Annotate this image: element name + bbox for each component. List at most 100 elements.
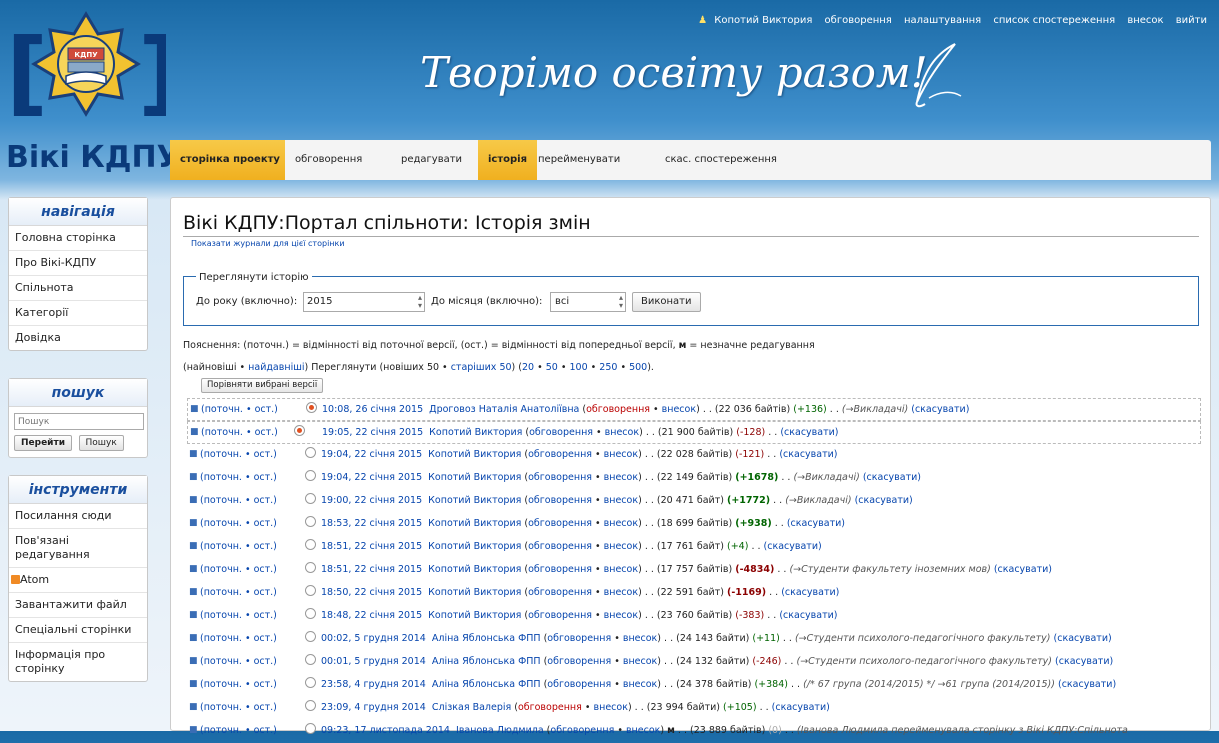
compare-versions-button[interactable]: Порівняти вибрані версії bbox=[201, 378, 324, 393]
user-talk-link[interactable]: обговорення bbox=[528, 518, 592, 529]
old-version-radio[interactable] bbox=[305, 631, 316, 642]
user-talk-link[interactable]: обговорення bbox=[529, 427, 593, 438]
revision-user-link[interactable]: Копотий Виктория bbox=[428, 495, 521, 506]
user-contribs-link[interactable]: внесок bbox=[604, 449, 638, 460]
user-contribs-link[interactable]: внесок bbox=[604, 518, 638, 529]
undo-link[interactable]: (скасувати) bbox=[787, 518, 845, 529]
revision-user-link[interactable]: Копотий Виктория bbox=[428, 518, 521, 529]
year-input[interactable]: 2015 ▴ ▾ bbox=[303, 292, 425, 312]
old-version-radio[interactable] bbox=[305, 677, 316, 688]
sidebar-item-help[interactable]: Довідка bbox=[9, 326, 147, 350]
revision-user-link[interactable]: Дроговоз Наталія Анатоліївна bbox=[429, 404, 579, 415]
watchlist-link[interactable]: список спостереження bbox=[993, 15, 1115, 26]
old-version-radio[interactable] bbox=[305, 723, 316, 734]
user-contribs-link[interactable]: внесок bbox=[604, 541, 638, 552]
user-talk-link[interactable]: обговорення bbox=[518, 702, 582, 713]
revision-user-link[interactable]: Копотий Виктория bbox=[428, 541, 521, 552]
user-talk-link[interactable]: обговорення bbox=[528, 472, 592, 483]
undo-link[interactable]: (скасувати) bbox=[779, 610, 837, 621]
old-version-radio[interactable] bbox=[305, 493, 316, 504]
revision-user-link[interactable]: Копотий Виктория bbox=[428, 587, 521, 598]
tab-unwatch[interactable]: скас. спостереження bbox=[655, 140, 787, 180]
user-talk-link[interactable]: обговорення bbox=[528, 564, 592, 575]
undo-link[interactable]: (скасувати) bbox=[1055, 656, 1113, 667]
cur-last-links[interactable]: (поточн. • ост.) bbox=[200, 541, 277, 552]
cur-last-links[interactable]: (поточн. • ост.) bbox=[200, 449, 277, 460]
user-link[interactable]: Копотий Виктория bbox=[714, 15, 812, 26]
user-contribs-link[interactable]: внесок bbox=[604, 472, 638, 483]
revision-user-link[interactable]: Копотий Виктория bbox=[428, 610, 521, 621]
user-contribs-link[interactable]: внесок bbox=[604, 564, 638, 575]
revision-date-link[interactable]: 18:51, 22 січня 2015 bbox=[321, 541, 422, 552]
user-talk-link[interactable]: обговорення bbox=[547, 656, 611, 667]
revision-user-link[interactable]: Копотий Виктория bbox=[428, 472, 521, 483]
limit-100-link[interactable]: 100 bbox=[569, 362, 587, 373]
sidebar-item-special-pages[interactable]: Спеціальні сторінки bbox=[9, 618, 147, 643]
sidebar-item-atom[interactable]: Atom bbox=[9, 568, 147, 593]
search-button[interactable]: Пошук bbox=[78, 435, 124, 451]
cur-last-links[interactable]: (поточн. • ост.) bbox=[200, 472, 277, 483]
preferences-link[interactable]: налаштування bbox=[904, 15, 981, 26]
old-version-radio[interactable] bbox=[305, 608, 316, 619]
sidebar-item-community[interactable]: Спільнота bbox=[9, 276, 147, 301]
sidebar-item-categories[interactable]: Категорії bbox=[9, 301, 147, 326]
tab-edit[interactable]: редагувати bbox=[391, 140, 472, 180]
revision-date-link[interactable]: 19:04, 22 січня 2015 bbox=[321, 472, 422, 483]
revision-date-link[interactable]: 19:05, 22 січня 2015 bbox=[322, 427, 423, 438]
revision-date-link[interactable]: 19:04, 22 січня 2015 bbox=[321, 449, 422, 460]
undo-link[interactable]: (скасувати) bbox=[855, 495, 913, 506]
cur-last-links[interactable]: (поточн. • ост.) bbox=[201, 427, 278, 438]
search-go-button[interactable]: Перейти bbox=[14, 435, 73, 451]
limit-50-link[interactable]: 50 bbox=[546, 362, 558, 373]
revision-user-link[interactable]: Аліна Яблонська ФПП bbox=[432, 633, 541, 644]
cur-last-links[interactable]: (поточн. • ост.) bbox=[200, 633, 277, 644]
revision-date-link[interactable]: 18:53, 22 січня 2015 bbox=[321, 518, 422, 529]
cur-last-links[interactable]: (поточн. • ост.) bbox=[200, 702, 277, 713]
cur-last-links[interactable]: (поточн. • ост.) bbox=[200, 587, 277, 598]
old-version-radio[interactable] bbox=[306, 402, 317, 413]
user-talk-link[interactable]: обговорення bbox=[547, 633, 611, 644]
view-logs-link[interactable]: Показати журнали для цієї сторінки bbox=[191, 239, 345, 248]
revision-date-link[interactable]: 18:48, 22 січня 2015 bbox=[321, 610, 422, 621]
cur-last-links[interactable]: (поточн. • ост.) bbox=[201, 404, 278, 415]
user-contribs-link[interactable]: внесок bbox=[662, 404, 696, 415]
tab-move[interactable]: перейменувати bbox=[528, 140, 630, 180]
revision-user-link[interactable]: Копотий Виктория bbox=[429, 427, 522, 438]
undo-link[interactable]: (скасувати) bbox=[863, 472, 921, 483]
old-version-radio[interactable] bbox=[305, 539, 316, 550]
undo-link[interactable]: (скасувати) bbox=[780, 427, 838, 438]
old-version-radio[interactable] bbox=[305, 447, 316, 458]
spinner-icon[interactable]: ▴ ▾ bbox=[418, 294, 422, 310]
search-input[interactable] bbox=[14, 413, 144, 430]
old-version-radio[interactable] bbox=[305, 470, 316, 481]
old-version-radio[interactable] bbox=[305, 562, 316, 573]
sidebar-item-related-changes[interactable]: Пов'язані редагування bbox=[9, 529, 147, 568]
user-talk-link[interactable]: обговорення bbox=[528, 541, 592, 552]
revision-user-link[interactable]: Аліна Яблонська ФПП bbox=[432, 656, 541, 667]
user-contribs-link[interactable]: внесок bbox=[623, 633, 657, 644]
undo-link[interactable]: (скасувати) bbox=[764, 541, 822, 552]
limit-500-link[interactable]: 500 bbox=[629, 362, 647, 373]
user-talk-link[interactable]: обговорення bbox=[528, 610, 592, 621]
user-contribs-link[interactable]: внесок bbox=[605, 427, 639, 438]
site-logo[interactable]: [ ] КДПУ bbox=[6, 6, 166, 136]
revision-date-link[interactable]: 18:51, 22 січня 2015 bbox=[321, 564, 422, 575]
undo-link[interactable]: (скасувати) bbox=[994, 564, 1052, 575]
sidebar-item-main-page[interactable]: Головна сторінка bbox=[9, 226, 147, 251]
revision-date-link[interactable]: 23:09, 4 грудня 2014 bbox=[321, 702, 426, 713]
old-version-radio[interactable] bbox=[305, 700, 316, 711]
revision-date-link[interactable]: 00:02, 5 грудня 2014 bbox=[321, 633, 426, 644]
tab-discussion[interactable]: обговорення bbox=[285, 140, 372, 180]
user-talk-link[interactable]: обговорення bbox=[528, 495, 592, 506]
user-talk-link[interactable]: обговорення bbox=[825, 15, 892, 26]
user-talk-link[interactable]: обговорення bbox=[547, 679, 611, 690]
user-talk-link[interactable]: обговорення bbox=[528, 449, 592, 460]
limit-20-link[interactable]: 20 bbox=[522, 362, 534, 373]
cur-last-links[interactable]: (поточн. • ост.) bbox=[200, 610, 277, 621]
cur-last-links[interactable]: (поточн. • ост.) bbox=[200, 518, 277, 529]
sidebar-item-what-links-here[interactable]: Посилання сюди bbox=[9, 504, 147, 529]
old-version-radio[interactable] bbox=[305, 585, 316, 596]
revision-date-link[interactable]: 10:08, 26 січня 2015 bbox=[322, 404, 423, 415]
revision-date-link[interactable]: 19:00, 22 січня 2015 bbox=[321, 495, 422, 506]
revision-user-link[interactable]: Аліна Яблонська ФПП bbox=[432, 679, 541, 690]
